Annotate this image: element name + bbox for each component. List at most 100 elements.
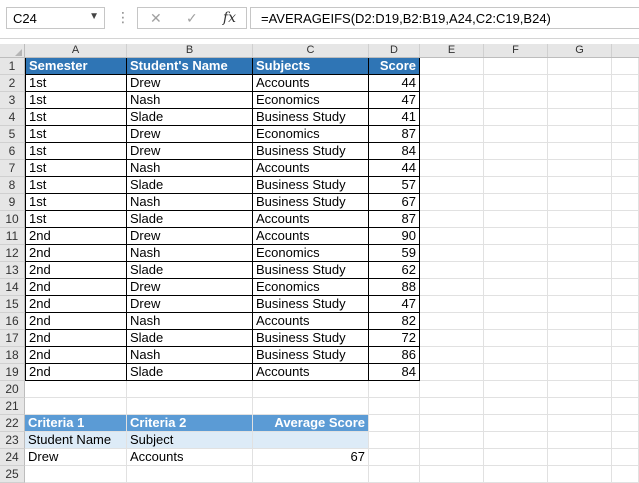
column-header-e[interactable]: E bbox=[420, 44, 484, 57]
cell[interactable]: 41 bbox=[369, 109, 420, 126]
row-header[interactable]: 12 bbox=[0, 245, 25, 262]
cell[interactable]: 47 bbox=[369, 92, 420, 109]
cell[interactable] bbox=[127, 381, 253, 398]
cell[interactable]: Slade bbox=[127, 177, 253, 194]
cell[interactable] bbox=[484, 228, 548, 245]
cell[interactable] bbox=[548, 126, 612, 143]
cell[interactable] bbox=[484, 449, 548, 466]
cell[interactable] bbox=[484, 279, 548, 296]
cell[interactable] bbox=[548, 262, 612, 279]
cell[interactable] bbox=[548, 296, 612, 313]
cell[interactable] bbox=[548, 398, 612, 415]
cell[interactable]: Nash bbox=[127, 313, 253, 330]
column-header-d[interactable]: D bbox=[369, 44, 420, 57]
cell[interactable] bbox=[612, 109, 639, 126]
row-header[interactable]: 23 bbox=[0, 432, 25, 449]
cell[interactable]: Drew bbox=[127, 75, 253, 92]
cell[interactable] bbox=[484, 415, 548, 432]
row-header[interactable]: 25 bbox=[0, 466, 25, 483]
name-box[interactable]: C24 ▼ bbox=[6, 7, 105, 29]
cell[interactable] bbox=[612, 126, 639, 143]
cell[interactable] bbox=[484, 75, 548, 92]
cell[interactable] bbox=[548, 279, 612, 296]
cell[interactable]: Business Study bbox=[253, 143, 369, 160]
row-header[interactable]: 18 bbox=[0, 347, 25, 364]
cell[interactable] bbox=[420, 432, 484, 449]
cell[interactable] bbox=[420, 279, 484, 296]
cell[interactable]: 82 bbox=[369, 313, 420, 330]
cell[interactable] bbox=[484, 398, 548, 415]
cell[interactable]: 2nd bbox=[25, 296, 127, 313]
cell[interactable] bbox=[420, 194, 484, 211]
cell[interactable] bbox=[612, 296, 639, 313]
cell[interactable]: 2nd bbox=[25, 347, 127, 364]
cell[interactable] bbox=[548, 313, 612, 330]
cell[interactable] bbox=[548, 58, 612, 75]
table-header-cell[interactable]: Score bbox=[369, 58, 420, 75]
cell[interactable]: 44 bbox=[369, 160, 420, 177]
cell[interactable]: 1st bbox=[25, 92, 127, 109]
row-header[interactable]: 16 bbox=[0, 313, 25, 330]
row-header[interactable]: 2 bbox=[0, 75, 25, 92]
cell[interactable] bbox=[420, 449, 484, 466]
row-header[interactable]: 8 bbox=[0, 177, 25, 194]
cell[interactable] bbox=[420, 347, 484, 364]
cell[interactable] bbox=[420, 58, 484, 75]
row-header[interactable]: 22 bbox=[0, 415, 25, 432]
cell[interactable] bbox=[548, 92, 612, 109]
cell[interactable] bbox=[484, 194, 548, 211]
cell[interactable] bbox=[253, 381, 369, 398]
cell[interactable] bbox=[420, 177, 484, 194]
cell[interactable]: 1st bbox=[25, 109, 127, 126]
cell[interactable] bbox=[484, 143, 548, 160]
cell[interactable]: Slade bbox=[127, 262, 253, 279]
cell[interactable]: Drew bbox=[127, 279, 253, 296]
chevron-down-icon[interactable]: ▼ bbox=[89, 11, 99, 22]
cell[interactable]: Slade bbox=[127, 330, 253, 347]
row-header[interactable]: 24 bbox=[0, 449, 25, 466]
cell[interactable]: 87 bbox=[369, 126, 420, 143]
cell[interactable] bbox=[484, 466, 548, 483]
cell[interactable] bbox=[548, 415, 612, 432]
row-header[interactable]: 14 bbox=[0, 279, 25, 296]
cell[interactable]: 1st bbox=[25, 160, 127, 177]
cell[interactable] bbox=[420, 126, 484, 143]
cell[interactable]: Nash bbox=[127, 347, 253, 364]
cell[interactable] bbox=[612, 398, 639, 415]
cell[interactable]: Economics bbox=[253, 245, 369, 262]
cell[interactable] bbox=[612, 364, 639, 381]
formula-input[interactable]: =AVERAGEIFS(D2:D19,B2:B19,A24,C2:C19,B24… bbox=[250, 7, 639, 29]
cell[interactable]: Drew bbox=[127, 143, 253, 160]
cell[interactable]: Business Study bbox=[253, 109, 369, 126]
cell[interactable] bbox=[548, 160, 612, 177]
enter-icon[interactable]: ✓ bbox=[186, 10, 198, 27]
criteria-label-cell[interactable] bbox=[253, 432, 369, 449]
cell[interactable]: Business Study bbox=[253, 262, 369, 279]
row-header[interactable]: 20 bbox=[0, 381, 25, 398]
cell[interactable]: 84 bbox=[369, 364, 420, 381]
cell[interactable]: Nash bbox=[127, 92, 253, 109]
cell[interactable] bbox=[420, 92, 484, 109]
cell[interactable]: Drew bbox=[127, 296, 253, 313]
cell[interactable]: Accounts bbox=[253, 364, 369, 381]
cell[interactable]: 72 bbox=[369, 330, 420, 347]
criteria-value-cell[interactable]: Drew bbox=[25, 449, 127, 466]
cell[interactable] bbox=[548, 194, 612, 211]
cell[interactable] bbox=[420, 211, 484, 228]
cell[interactable] bbox=[369, 449, 420, 466]
cell[interactable] bbox=[548, 228, 612, 245]
cell[interactable] bbox=[484, 330, 548, 347]
cell[interactable] bbox=[548, 211, 612, 228]
cell[interactable] bbox=[548, 381, 612, 398]
cell[interactable]: 47 bbox=[369, 296, 420, 313]
cell[interactable]: 2nd bbox=[25, 262, 127, 279]
cell[interactable] bbox=[612, 347, 639, 364]
cell[interactable]: 1st bbox=[25, 143, 127, 160]
cell[interactable] bbox=[612, 449, 639, 466]
cell[interactable]: Accounts bbox=[253, 313, 369, 330]
cell[interactable]: 88 bbox=[369, 279, 420, 296]
cell[interactable] bbox=[420, 415, 484, 432]
table-header-cell[interactable]: Semester bbox=[25, 58, 127, 75]
cell[interactable] bbox=[484, 211, 548, 228]
cell[interactable]: Economics bbox=[253, 279, 369, 296]
